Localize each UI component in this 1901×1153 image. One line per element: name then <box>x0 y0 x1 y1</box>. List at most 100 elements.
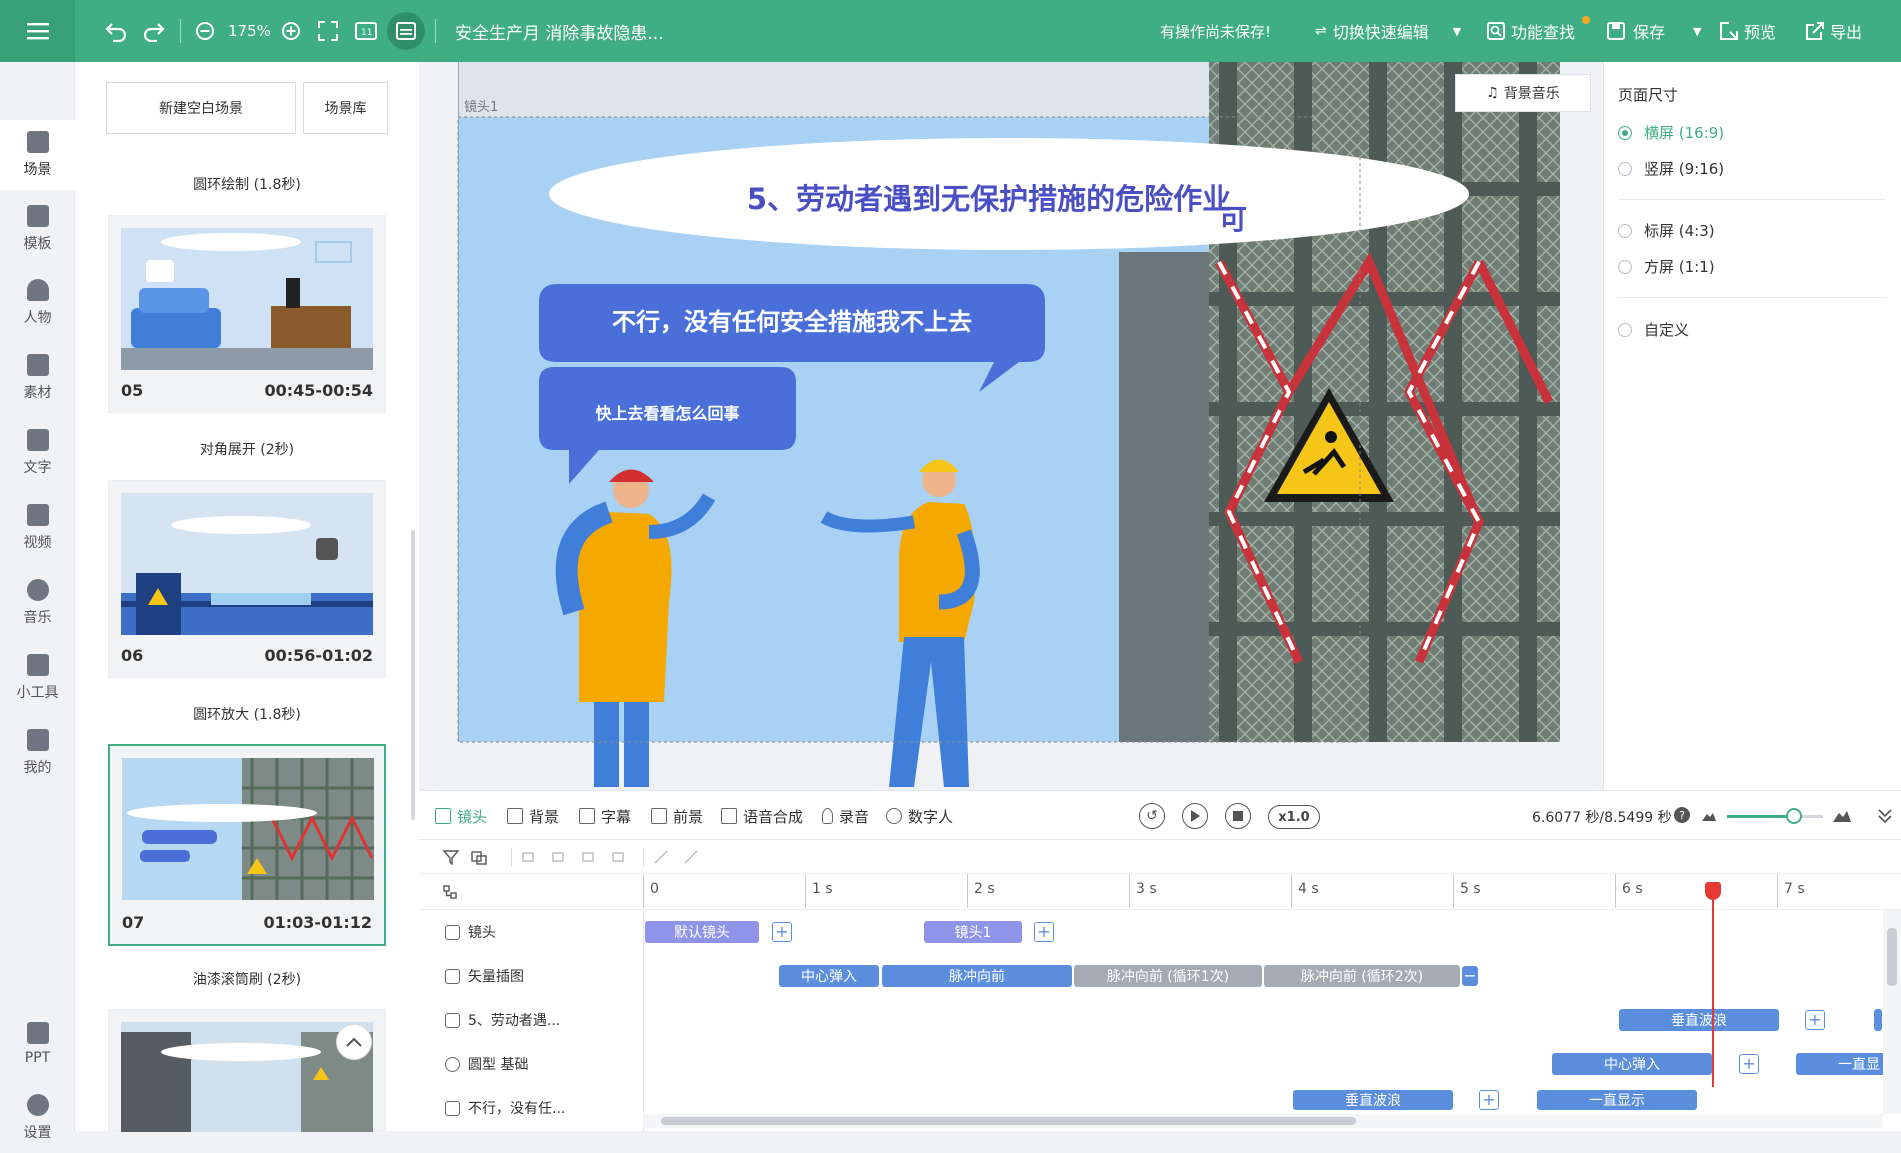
nav-music[interactable]: 音乐 <box>0 568 75 638</box>
nav-mine[interactable]: 我的 <box>0 718 75 788</box>
background-icon <box>507 808 523 824</box>
fullscreen-button[interactable] <box>318 0 338 62</box>
scene-canvas[interactable] <box>419 62 1603 790</box>
scene-headline[interactable]: 5、劳动者遇到无保护措施的危险作业 <box>579 176 1399 218</box>
add-clip-button[interactable]: + <box>1479 1090 1499 1110</box>
track-lens[interactable]: 镜头 <box>419 910 643 954</box>
speech-bubble-main[interactable]: 不行，没有任何安全措施我不上去 <box>539 302 1045 337</box>
svg-text:11: 11 <box>361 28 372 38</box>
nav-person[interactable]: 人物 <box>0 268 75 338</box>
zoom-in-button[interactable] <box>281 0 301 62</box>
clip-vertical-wave-2[interactable]: 垂直波浪 <box>1293 1090 1453 1110</box>
speech-bubble-small[interactable]: 快上去看看怎么回事 <box>539 400 796 424</box>
transition-label[interactable]: 对角展开 (2秒) <box>75 439 419 459</box>
tab-background[interactable]: 背景 <box>507 791 559 841</box>
clip-center-pop-2[interactable]: 中心弹入 <box>1552 1053 1712 1075</box>
clip-vertical-wave[interactable]: 垂直波浪 <box>1619 1009 1779 1031</box>
zoom-out-button[interactable] <box>195 0 215 62</box>
radio-landscape[interactable]: 横屏 (16:9) <box>1618 122 1724 143</box>
radio-square[interactable]: 方屏 (1:1) <box>1618 256 1715 277</box>
clip-pulse-loop2[interactable]: 脉冲向前 (循环2次) <box>1264 965 1460 987</box>
horizontal-scrollbar[interactable] <box>643 1114 1883 1128</box>
clip-always-show[interactable]: 一直显示 <box>1537 1090 1697 1110</box>
track-text-headline[interactable]: 5、劳动者遇... <box>419 998 643 1042</box>
track-text-bubble[interactable]: 不行，没有任... <box>419 1086 643 1130</box>
scene-headline-tail[interactable]: 可 <box>1219 198 1247 238</box>
scene-card[interactable]: 05 00:45-00:54 <box>108 215 386 413</box>
find-feature-button[interactable]: 功能查找 <box>1487 0 1575 62</box>
nav-text[interactable]: 文字 <box>0 418 75 488</box>
stop-button[interactable] <box>1225 803 1251 829</box>
collapse-icon[interactable] <box>1878 808 1892 824</box>
zoom-out-timeline-icon[interactable] <box>1702 811 1716 821</box>
ratio-button[interactable]: 11 <box>355 0 377 62</box>
menu-button[interactable] <box>0 0 75 62</box>
timeline-zoom-slider[interactable] <box>1727 815 1823 818</box>
transition-label[interactable]: 圆环放大 (1.8秒) <box>75 704 419 724</box>
tab-subtitle[interactable]: 字幕 <box>579 791 631 841</box>
nav-scene[interactable]: 场景 <box>0 120 75 190</box>
nav-template[interactable]: 模板 <box>0 194 75 264</box>
add-clip-button[interactable]: + <box>1805 1010 1825 1030</box>
tree-icon[interactable] <box>443 885 457 899</box>
subtitle-button[interactable] <box>387 12 425 50</box>
save-button[interactable]: 保存 ▼ <box>1607 0 1701 62</box>
clip-always-show-cut[interactable]: 一直显 <box>1796 1053 1886 1075</box>
zoom-in-timeline-icon[interactable] <box>1833 809 1851 822</box>
clip-edge[interactable] <box>1874 1009 1882 1031</box>
tab-digital-human[interactable]: 数字人 <box>886 791 953 841</box>
scene-library-button[interactable]: 场景库 <box>303 82 388 134</box>
slider-handle[interactable] <box>1786 808 1802 824</box>
document-title[interactable]: 安全生产月 消除事故隐患... <box>455 0 664 62</box>
clip-pulse-loop1[interactable]: 脉冲向前 (循环1次) <box>1074 965 1262 987</box>
nav-ppt[interactable]: PPT <box>0 1009 75 1079</box>
clip-default-lens[interactable]: 默认镜头 <box>645 921 759 943</box>
tab-foreground[interactable]: 前景 <box>651 791 703 841</box>
clip-pulse-forward[interactable]: 脉冲向前 <box>882 965 1072 987</box>
new-blank-scene-button[interactable]: 新建空白场景 <box>106 82 296 134</box>
nav-settings[interactable]: 设置 <box>0 1083 75 1153</box>
export-button[interactable]: 导出 <box>1806 0 1862 62</box>
radio-custom[interactable]: 自定义 <box>1618 319 1689 340</box>
track-vector[interactable]: 矢量插图 <box>419 954 643 998</box>
add-clip-button[interactable]: + <box>772 922 792 942</box>
scene-scrollbar[interactable] <box>411 530 415 820</box>
undo-button[interactable] <box>104 0 128 62</box>
tab-tts[interactable]: 语音合成 <box>721 791 803 841</box>
playhead[interactable] <box>1705 882 1722 1087</box>
redo-button[interactable] <box>142 0 166 62</box>
background-music-button[interactable]: ♫ 背景音乐 <box>1455 74 1591 112</box>
add-clip-button[interactable]: + <box>1034 922 1054 942</box>
track-circle[interactable]: 圆型 基础 <box>419 1042 643 1086</box>
speed-button[interactable]: x1.0 <box>1268 805 1320 829</box>
vertical-scrollbar[interactable] <box>1883 910 1901 1114</box>
replay-button[interactable]: ↺ <box>1139 803 1165 829</box>
scrollbar-thumb[interactable] <box>661 1117 1356 1125</box>
filter-icon[interactable] <box>443 849 459 865</box>
scrollbar-thumb[interactable] <box>1887 928 1897 986</box>
nav-video[interactable]: 视频 <box>0 493 75 563</box>
switch-edit-button[interactable]: ⇌ 切换快速编辑 ▼ <box>1315 0 1461 62</box>
radio-portrait[interactable]: 竖屏 (9:16) <box>1618 158 1724 179</box>
tab-record[interactable]: 录音 <box>822 791 869 841</box>
scene-card[interactable]: 06 00:56-01:02 <box>108 480 386 678</box>
scroll-top-button[interactable] <box>336 1024 372 1060</box>
transition-label[interactable]: 油漆滚筒刷 (2秒) <box>75 969 419 989</box>
remove-clip-button[interactable]: − <box>1462 966 1478 986</box>
nav-toolbox[interactable]: 小工具 <box>0 643 75 713</box>
group-icon[interactable] <box>471 849 487 865</box>
track-label: 不行，没有任... <box>468 1101 566 1117</box>
preview-button[interactable]: 预览 <box>1720 0 1776 62</box>
nav-material[interactable]: 素材 <box>0 343 75 413</box>
play-button[interactable] <box>1182 803 1208 829</box>
transition-label[interactable]: 圆环绘制 (1.8秒) <box>75 174 419 194</box>
tab-label: 背景 <box>529 807 560 826</box>
scene-number: 06 <box>121 646 144 665</box>
radio-standard[interactable]: 标屏 (4:3) <box>1618 220 1715 241</box>
clip-lens1[interactable]: 镜头1 <box>924 921 1022 943</box>
add-clip-button[interactable]: + <box>1739 1054 1759 1074</box>
clip-center-pop[interactable]: 中心弹入 <box>779 965 879 987</box>
scene-card-selected[interactable]: 07 01:03-01:12 <box>108 744 386 946</box>
tab-lens[interactable]: 镜头 <box>435 791 487 841</box>
help-icon[interactable]: ? <box>1674 807 1690 823</box>
